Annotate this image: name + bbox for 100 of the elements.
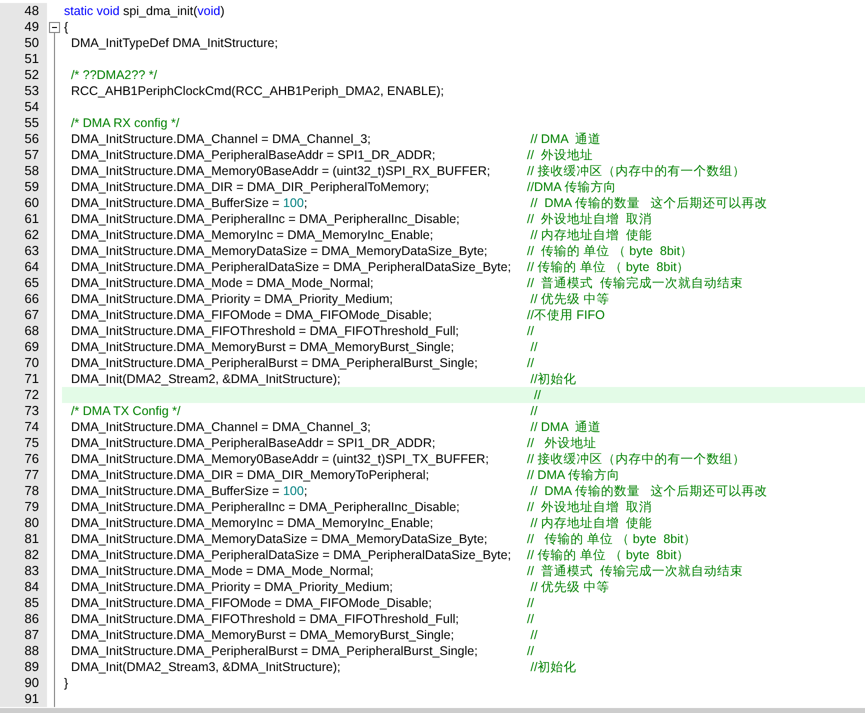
code-line: }: [64, 676, 68, 690]
line-number: 84: [0, 579, 47, 595]
code-comment: // 普通模式 传输完成一次就自动结束: [527, 275, 743, 291]
line-number: 76: [0, 451, 47, 467]
code-line: DMA_InitStructure.DMA_DIR = DMA_DIR_PeripheralToMemory;: [70, 180, 430, 194]
code-line: DMA_InitStructure.DMA_Memory0BaseAddr = (uint32_t)SPI_RX_BUFFER;: [70, 164, 490, 178]
line-number: 77: [0, 467, 47, 483]
code-comment: // 传输的 单位 （ byte 8bit）: [527, 547, 690, 563]
line-number: 78: [0, 483, 47, 499]
code-comment: // DMA 传输方向: [527, 467, 620, 483]
code-line: DMA_InitStructure.DMA_MemoryInc = DMA_MemoryInc_Enable;: [70, 228, 434, 242]
line-number: 58: [0, 163, 47, 179]
code-line: DMA_InitStructure.DMA_BufferSize = 100;: [70, 196, 308, 210]
line-number: 60: [0, 195, 47, 211]
line-number: 82: [0, 547, 47, 563]
code-line: RCC_AHB1PeriphClockCmd(RCC_AHB1Periph_DMA2, ENABLE);: [70, 84, 444, 98]
code-line: DMA_InitStructure.DMA_Priority = DMA_Priority_Medium;: [70, 292, 393, 306]
line-number: 55: [0, 115, 47, 131]
code-comment: // 优先级 中等: [529, 579, 610, 595]
code-line: DMA_InitStructure.DMA_MemoryInc = DMA_MemoryInc_Enable;: [70, 516, 434, 530]
code-comment: // DMA 通道: [529, 131, 601, 147]
code-line: /* DMA TX Config */: [70, 404, 180, 418]
code-line: DMA_Init(DMA2_Stream3, &DMA_InitStructure);: [70, 660, 340, 674]
line-number: 54: [0, 99, 47, 115]
code-line: DMA_InitStructure.DMA_MemoryDataSize = DMA_MemoryDataSize_Byte;: [70, 532, 488, 546]
code-comment: // DMA 传输的数量 这个后期还可以再改: [529, 483, 768, 499]
code-line: DMA_InitStructure.DMA_Memory0BaseAddr = (uint32_t)SPI_TX_BUFFER;: [70, 452, 489, 466]
code-line: /* ??DMA2?? */: [70, 68, 158, 82]
code-comment: //初始化: [529, 659, 576, 675]
line-number: 63: [0, 243, 47, 259]
code-comment: //: [529, 339, 538, 355]
code-comment: //: [527, 595, 534, 611]
code-line: static void spi_dma_init(void): [64, 4, 225, 18]
collapse-icon[interactable]: [49, 22, 60, 33]
line-number: 49: [0, 19, 47, 35]
line-number: 87: [0, 627, 47, 643]
line-number: 80: [0, 515, 47, 531]
line-number: 71: [0, 371, 47, 387]
code-comment: // 外设地址自增 取消: [527, 499, 652, 515]
scrollbar[interactable]: [0, 708, 865, 713]
line-number: 70: [0, 355, 47, 371]
code-line: DMA_InitStructure.DMA_Mode = DMA_Mode_Normal;: [70, 564, 374, 578]
code-line: DMA_InitStructure.DMA_MemoryBurst = DMA_MemoryBurst_Single;: [70, 628, 454, 642]
line-number: 73: [0, 403, 47, 419]
line-number: 90: [0, 675, 47, 691]
line-number: 75: [0, 435, 47, 451]
code-line: DMA_InitStructure.DMA_BufferSize = 100;: [70, 484, 308, 498]
code-comment: // 优先级 中等: [529, 291, 610, 307]
line-number: 51: [0, 51, 47, 67]
code-line: DMA_InitStructure.DMA_FIFOMode = DMA_FIFOMode_Disable;: [70, 596, 432, 610]
line-number: 91: [0, 691, 47, 707]
line-number: 61: [0, 211, 47, 227]
code-line: DMA_InitStructure.DMA_PeripheralBaseAddr = SPI1_DR_ADDR;: [70, 436, 436, 450]
code-line: DMA_InitStructure.DMA_FIFOMode = DMA_FIFOMode_Disable;: [70, 308, 432, 322]
line-number: 83: [0, 563, 47, 579]
code-line: DMA_InitStructure.DMA_PeripheralInc = DMA_PeripheralInc_Disable;: [70, 500, 460, 514]
line-number: 48: [0, 3, 47, 19]
code-line: DMA_InitStructure.DMA_MemoryBurst = DMA_MemoryBurst_Single;: [70, 340, 454, 354]
code-comment: // DMA 通道: [529, 419, 601, 435]
code-comment: //: [532, 387, 541, 403]
code-comment: // 外设地址自增 取消: [527, 211, 652, 227]
code-line: DMA_InitStructure.DMA_PeripheralBaseAddr = SPI1_DR_ADDR;: [70, 148, 436, 162]
line-number: 52: [0, 67, 47, 83]
line-number: 64: [0, 259, 47, 275]
line-number: 89: [0, 659, 47, 675]
line-number: 68: [0, 323, 47, 339]
code-comment: // 内存地址自增 使能: [529, 227, 652, 243]
line-number: 53: [0, 83, 47, 99]
code-comment: // 接收缓冲区（内存中的有一个数组）: [527, 451, 746, 467]
code-line: DMA_InitStructure.DMA_DIR = DMA_DIR_MemoryToPeripheral;: [70, 468, 430, 482]
code-comment: //: [527, 355, 534, 371]
line-number: 59: [0, 179, 47, 195]
line-number: 56: [0, 131, 47, 147]
line-number: 74: [0, 419, 47, 435]
code-comment: // 外设地址: [527, 435, 596, 451]
code-line: DMA_InitStructure.DMA_Priority = DMA_Priority_Medium;: [70, 580, 393, 594]
code-comment: // 传输的 单位 （ byte 8bit）: [527, 259, 690, 275]
code-comment: // 内存地址自增 使能: [529, 515, 652, 531]
code-comment: //: [527, 323, 534, 339]
code-line: DMA_InitStructure.DMA_FIFOThreshold = DMA_FIFOThreshold_Full;: [70, 324, 459, 338]
line-number: 81: [0, 531, 47, 547]
line-number: 57: [0, 147, 47, 163]
code-comment: //不使用 FIFO: [527, 307, 605, 323]
code-line: DMA_InitStructure.DMA_Channel = DMA_Channel_3;: [70, 420, 371, 434]
code-line: DMA_InitStructure.DMA_PeripheralDataSize = DMA_PeripheralDataSize_Byte;: [70, 260, 512, 274]
code-line: /* DMA RX config */: [70, 116, 180, 130]
line-number: 67: [0, 307, 47, 323]
code-line: DMA_Init(DMA2_Stream2, &DMA_InitStructure);: [70, 372, 340, 386]
code-comment: //: [529, 627, 538, 643]
code-line: DMA_InitStructure.DMA_FIFOThreshold = DMA_FIFOThreshold_Full;: [70, 612, 459, 626]
code-line: DMA_InitStructure.DMA_PeripheralBurst = DMA_PeripheralBurst_Single;: [70, 644, 478, 658]
code-comment: // 传输的 单位 （ byte 8bit）: [527, 531, 697, 547]
code-line: DMA_InitStructure.DMA_MemoryDataSize = DMA_MemoryDataSize_Byte;: [70, 244, 488, 258]
line-number: 62: [0, 227, 47, 243]
code-comment: //初始化: [529, 371, 576, 387]
code-comment: // DMA 传输的数量 这个后期还可以再改: [529, 195, 768, 211]
code-comment: //: [527, 643, 534, 659]
line-number: 66: [0, 291, 47, 307]
code-line: DMA_InitStructure.DMA_PeripheralBurst = DMA_PeripheralBurst_Single;: [70, 356, 478, 370]
line-number: 50: [0, 35, 47, 51]
